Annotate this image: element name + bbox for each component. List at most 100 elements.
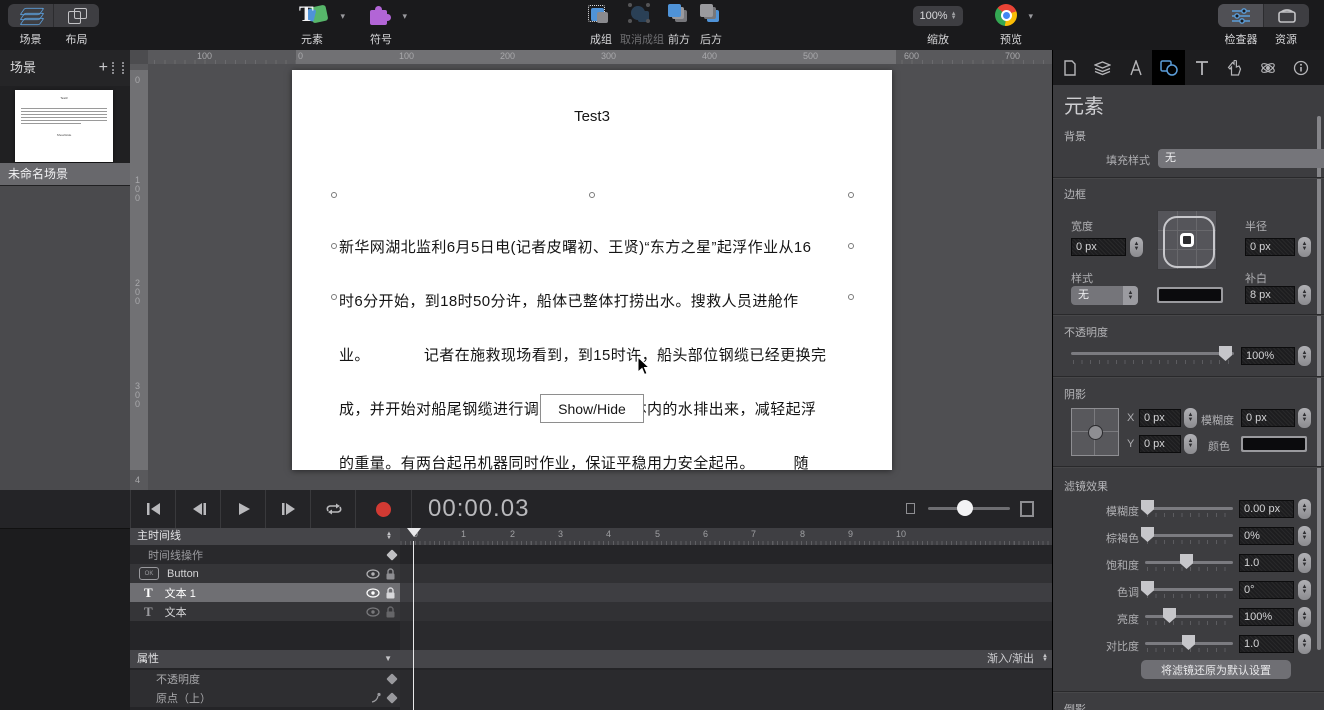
property-track-opacity[interactable] — [400, 670, 1052, 689]
tab-scene[interactable] — [1086, 50, 1119, 85]
playhead[interactable] — [407, 528, 421, 544]
property-track-origin[interactable] — [400, 688, 1052, 710]
selection-handle[interactable] — [589, 192, 595, 198]
filter-hue-stepper[interactable] — [1298, 580, 1311, 600]
layer-row-button[interactable]: OK Button — [130, 564, 400, 583]
tab-document[interactable] — [1053, 50, 1086, 85]
selection-handle[interactable] — [848, 192, 854, 198]
property-row-origin-top[interactable]: 原点（上） — [130, 688, 400, 707]
border-radius-field[interactable]: 0 px — [1245, 238, 1295, 256]
opacity-slider-thumb[interactable] — [1219, 346, 1232, 361]
layer-track-text1[interactable] — [400, 583, 1052, 602]
filter-saturation-stepper[interactable] — [1298, 553, 1311, 573]
timeline-zoom-in-icon[interactable] — [1018, 500, 1034, 515]
timeline-actions-row[interactable]: 时间线操作 — [130, 545, 400, 564]
tab-actions[interactable] — [1218, 50, 1251, 85]
eye-icon[interactable] — [366, 588, 380, 598]
ungroup-button[interactable] — [628, 3, 656, 27]
shadow-blur-stepper[interactable] — [1298, 408, 1311, 428]
border-padding-stepper[interactable] — [1298, 285, 1311, 305]
jump-to-start-button[interactable] — [130, 490, 176, 528]
insert-symbol-button[interactable]: ▾ — [365, 2, 407, 30]
group-button[interactable] — [586, 3, 614, 27]
stage-title-text[interactable]: Test3 — [292, 108, 892, 125]
send-backward-button[interactable] — [698, 3, 724, 27]
property-row-opacity[interactable]: 不透明度 — [130, 670, 400, 688]
zoom-stepper[interactable]: 100% — [913, 6, 963, 26]
tab-text[interactable] — [1185, 50, 1218, 85]
layer-track-text[interactable] — [400, 602, 1052, 621]
selection-handle[interactable] — [331, 294, 337, 300]
tab-metrics[interactable] — [1119, 50, 1152, 85]
layer-row-text[interactable]: T 文本 — [130, 602, 400, 621]
shadow-color-well[interactable] — [1241, 436, 1307, 452]
filter-hue-field[interactable]: 0° — [1239, 581, 1294, 599]
bring-forward-button[interactable] — [666, 3, 692, 27]
reset-filters-button[interactable]: 将滤镜还原为默认设置 — [1141, 660, 1291, 679]
border-width-stepper[interactable] — [1130, 237, 1143, 257]
border-radius-stepper[interactable] — [1298, 237, 1311, 257]
selection-handle[interactable] — [848, 294, 854, 300]
inspector-toggle-button[interactable] — [1218, 4, 1263, 27]
border-color-well[interactable] — [1157, 287, 1223, 303]
keyframe-diamond-icon[interactable] — [386, 692, 397, 703]
filter-sepia-slider[interactable] — [1145, 534, 1233, 537]
timeline-zoom-thumb[interactable] — [957, 500, 973, 516]
filter-sepia-field[interactable]: 0% — [1239, 527, 1294, 545]
shadow-x-field[interactable]: 0 px — [1139, 409, 1181, 427]
opacity-field[interactable]: 100% — [1241, 347, 1295, 365]
show-hide-button[interactable]: Show/Hide — [540, 394, 644, 423]
eye-icon[interactable] — [366, 607, 380, 617]
lock-icon[interactable] — [385, 587, 396, 599]
shadow-offset-widget[interactable] — [1071, 408, 1119, 456]
shadow-x-stepper[interactable] — [1184, 408, 1197, 428]
selection-handle[interactable] — [331, 243, 337, 249]
tab-physics[interactable] — [1251, 50, 1284, 85]
layouts-toggle-button[interactable] — [53, 4, 99, 27]
filter-blur-slider[interactable] — [1145, 507, 1233, 510]
step-back-button[interactable] — [175, 490, 221, 528]
properties-header[interactable]: 属性 ▼ — [130, 650, 400, 668]
timeline-zoom-out-icon[interactable] — [903, 502, 917, 514]
filter-brightness-field[interactable]: 100% — [1239, 608, 1294, 626]
filter-blur-field[interactable]: 0.00 px — [1239, 500, 1294, 518]
border-padding-field[interactable]: 8 px — [1245, 286, 1295, 304]
timeline-actions-track[interactable] — [400, 545, 1052, 564]
selection-handle[interactable] — [331, 192, 337, 198]
step-forward-button[interactable] — [265, 490, 311, 528]
insert-element-button[interactable]: T ▾ — [293, 2, 345, 30]
border-style-dropdown[interactable]: 无 — [1071, 286, 1138, 305]
opacity-slider[interactable] — [1071, 352, 1234, 355]
shadow-y-field[interactable]: 0 px — [1139, 435, 1181, 453]
timeline-ruler[interactable]: 0 1 2 3 4 5 6 7 8 9 10 — [400, 528, 1052, 545]
scene-thumbnail[interactable]: Test3 Show/Hide — [15, 90, 113, 162]
filter-brightness-stepper[interactable] — [1298, 607, 1311, 627]
fill-style-dropdown[interactable]: 无 — [1158, 149, 1324, 168]
scenes-toggle-button[interactable] — [8, 4, 53, 27]
keyframe-diamond-icon[interactable] — [386, 549, 397, 560]
canvas-area[interactable]: 100 0 100 200 300 400 500 600 700 0 100 … — [130, 50, 1052, 490]
play-button[interactable] — [220, 490, 266, 528]
shadow-y-stepper[interactable] — [1184, 434, 1197, 454]
layer-track-button[interactable] — [400, 564, 1052, 583]
inspector-scrollbar[interactable] — [1317, 116, 1321, 650]
scene-stage[interactable]: Test3 新华网湖北监利6月5日电(记者皮曙初、王贤)“东方之星”起浮作业从1… — [292, 70, 892, 470]
main-timeline-header[interactable]: 主时间线 — [130, 528, 400, 545]
border-sides-widget[interactable] — [1157, 210, 1217, 270]
layer-row-text1[interactable]: T 文本 1 — [130, 583, 400, 602]
tab-identity[interactable] — [1284, 50, 1317, 85]
selection-handle[interactable] — [848, 243, 854, 249]
filter-contrast-stepper[interactable] — [1298, 634, 1311, 654]
loop-button[interactable] — [310, 490, 356, 528]
filter-brightness-slider[interactable] — [1145, 615, 1233, 618]
keyframe-diamond-icon[interactable] — [386, 673, 397, 684]
filter-saturation-field[interactable]: 1.0 — [1239, 554, 1294, 572]
preview-button[interactable]: ▾ — [995, 4, 1035, 28]
resources-toggle-button[interactable] — [1263, 4, 1309, 27]
scene-name[interactable]: 未命名场景 — [0, 163, 130, 185]
filter-blur-stepper[interactable] — [1298, 499, 1311, 519]
border-width-field[interactable]: 0 px — [1071, 238, 1126, 256]
lock-icon[interactable] — [385, 606, 396, 618]
opacity-stepper[interactable] — [1298, 346, 1311, 366]
tab-element[interactable] — [1152, 50, 1185, 85]
